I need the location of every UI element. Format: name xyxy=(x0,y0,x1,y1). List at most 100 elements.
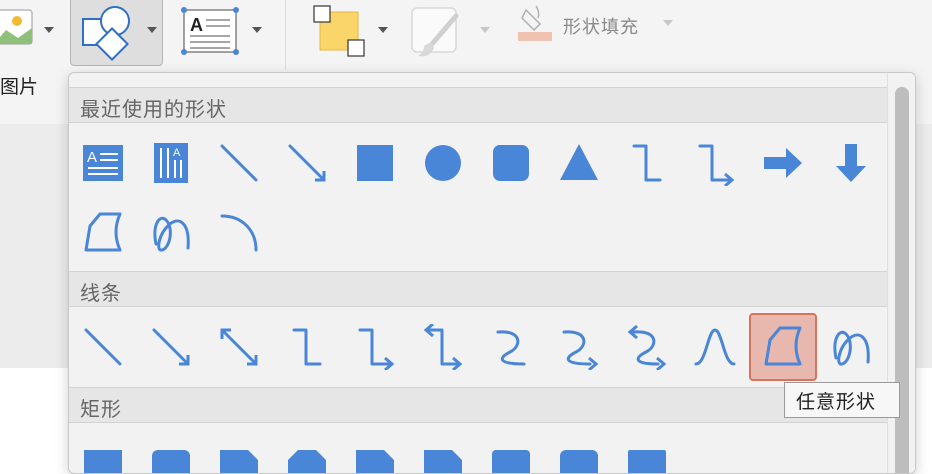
shape-arrow-line-button[interactable] xyxy=(273,129,341,197)
freeform-shape-icon xyxy=(84,212,122,252)
rounded-rectangle-icon xyxy=(493,145,529,181)
arrange-dropdown-caret[interactable] xyxy=(378,27,388,33)
right-arrow-icon xyxy=(764,148,802,178)
picture-icon xyxy=(0,9,33,45)
picture-label: 图片 xyxy=(0,76,39,98)
freeform-shape-icon xyxy=(764,326,802,366)
shape-elbow-connector-button[interactable] xyxy=(613,129,681,197)
rectangle-variant-icon xyxy=(424,450,462,473)
elbow-arrow-connector-icon xyxy=(358,328,395,370)
text-box-icon: A xyxy=(181,7,239,55)
text-box-icon: A xyxy=(83,145,123,181)
paint-bucket-icon xyxy=(518,5,552,41)
tooltip: 任意形状 xyxy=(784,382,900,418)
shape-rectangle-variant-button[interactable] xyxy=(341,429,409,473)
shape-elbow-arrow-connector-button[interactable] xyxy=(341,313,409,381)
shape-right-arrow-button[interactable] xyxy=(749,129,817,197)
curved-connector-icon xyxy=(496,330,526,366)
shape-elbow-double-arrow-connector-button[interactable] xyxy=(409,313,477,381)
svg-text:A: A xyxy=(173,147,181,159)
line-icon xyxy=(220,144,258,182)
shape-vertical-text-box-button[interactable]: A xyxy=(137,129,205,197)
rectangle-variant-icon xyxy=(152,450,190,473)
rectangles-header: 矩形 xyxy=(69,387,887,423)
shapes-dropdown-caret[interactable] xyxy=(147,27,157,33)
shape-arc-button[interactable] xyxy=(205,199,273,267)
shape-elbow-arrow-connector-button[interactable] xyxy=(681,129,749,197)
shape-line-button[interactable] xyxy=(205,129,273,197)
shape-line-button[interactable] xyxy=(69,313,137,381)
rectangle-variant-icon xyxy=(356,450,394,473)
shape-curve-button[interactable] xyxy=(681,313,749,381)
quick-styles-dropdown-caret[interactable] xyxy=(480,27,490,33)
oval-icon xyxy=(425,145,461,181)
arrow-line-icon xyxy=(152,328,190,366)
shape-text-box-button[interactable]: A xyxy=(69,129,137,197)
shape-oval-button[interactable] xyxy=(409,129,477,197)
triangle-icon xyxy=(560,144,598,180)
shape-rectangle-variant-button[interactable] xyxy=(273,429,341,473)
shape-freeform-shape-button[interactable] xyxy=(749,313,817,381)
picture-dropdown-caret[interactable] xyxy=(44,27,54,33)
picture-button[interactable] xyxy=(0,6,34,52)
shape-rectangle-variant-button[interactable] xyxy=(545,429,613,473)
shapes-icon xyxy=(82,6,130,61)
arrange-icon xyxy=(313,5,365,57)
scribble-icon xyxy=(153,216,190,252)
shape-fill-label: 形状填充 xyxy=(563,17,639,38)
shape-triangle-button[interactable] xyxy=(545,129,613,197)
elbow-connector-icon xyxy=(292,328,322,366)
rectangle-variant-icon xyxy=(288,450,326,473)
rectangle-icon xyxy=(357,145,393,181)
shape-rectangle-variant-button[interactable] xyxy=(69,429,137,473)
curved-arrow-connector-icon xyxy=(562,330,599,370)
shape-scribble-button[interactable] xyxy=(137,199,205,267)
shapes-button[interactable] xyxy=(70,0,163,66)
text-box-button[interactable]: A xyxy=(180,6,240,56)
down-arrow-icon xyxy=(836,144,866,182)
elbow-arrow-connector-icon xyxy=(698,144,735,186)
rectangle-variant-icon xyxy=(220,450,258,473)
arrow-line-icon xyxy=(288,144,326,182)
paintbrush-icon xyxy=(411,7,459,57)
text-box-dropdown-caret[interactable] xyxy=(252,27,262,33)
shape-fill-button[interactable] xyxy=(516,4,556,44)
shape-rectangle-variant-button[interactable] xyxy=(409,429,477,473)
recent-shapes-header: 最近使用的形状 xyxy=(69,87,887,123)
curve-icon xyxy=(694,328,736,366)
lines-header: 线条 xyxy=(69,271,887,307)
shape-double-arrow-line-button[interactable] xyxy=(205,313,273,381)
line-icon xyxy=(84,328,122,366)
ribbon-divider xyxy=(285,0,286,70)
shape-rectangle-variant-button[interactable] xyxy=(477,429,545,473)
shape-arrow-line-button[interactable] xyxy=(137,313,205,381)
svg-text:A: A xyxy=(190,15,203,35)
quick-styles-button[interactable] xyxy=(410,6,470,62)
shape-fill-dropdown-caret[interactable] xyxy=(663,20,673,26)
arc-icon xyxy=(220,214,258,252)
rectangle-variant-icon xyxy=(560,450,598,473)
curved-double-arrow-connector-icon xyxy=(627,324,667,370)
shape-rounded-rectangle-button[interactable] xyxy=(477,129,545,197)
shape-freeform-shape-button[interactable] xyxy=(69,199,137,267)
shape-scribble-button[interactable] xyxy=(817,313,885,381)
shape-rectangle-variant-button[interactable] xyxy=(205,429,273,473)
elbow-double-arrow-connector-icon xyxy=(423,324,463,370)
svg-text:A: A xyxy=(87,149,97,166)
shape-curved-connector-button[interactable] xyxy=(477,313,545,381)
lines-title: 线条 xyxy=(80,281,122,305)
arrange-button[interactable] xyxy=(312,4,368,58)
shape-rectangle-button[interactable] xyxy=(341,129,409,197)
elbow-connector-icon xyxy=(632,144,662,182)
shape-rectangle-variant-button[interactable] xyxy=(613,429,681,473)
rectangle-variant-icon xyxy=(492,450,530,473)
shape-curved-arrow-connector-button[interactable] xyxy=(545,313,613,381)
shape-rectangle-variant-button[interactable] xyxy=(137,429,205,473)
shape-elbow-connector-button[interactable] xyxy=(273,313,341,381)
shape-down-arrow-button[interactable] xyxy=(817,129,885,197)
rectangle-variant-icon xyxy=(84,450,122,473)
shape-curved-double-arrow-connector-button[interactable] xyxy=(613,313,681,381)
recent-shapes-title: 最近使用的形状 xyxy=(80,97,227,121)
rectangle-variant-icon xyxy=(628,450,666,473)
rectangles-title: 矩形 xyxy=(80,397,122,421)
